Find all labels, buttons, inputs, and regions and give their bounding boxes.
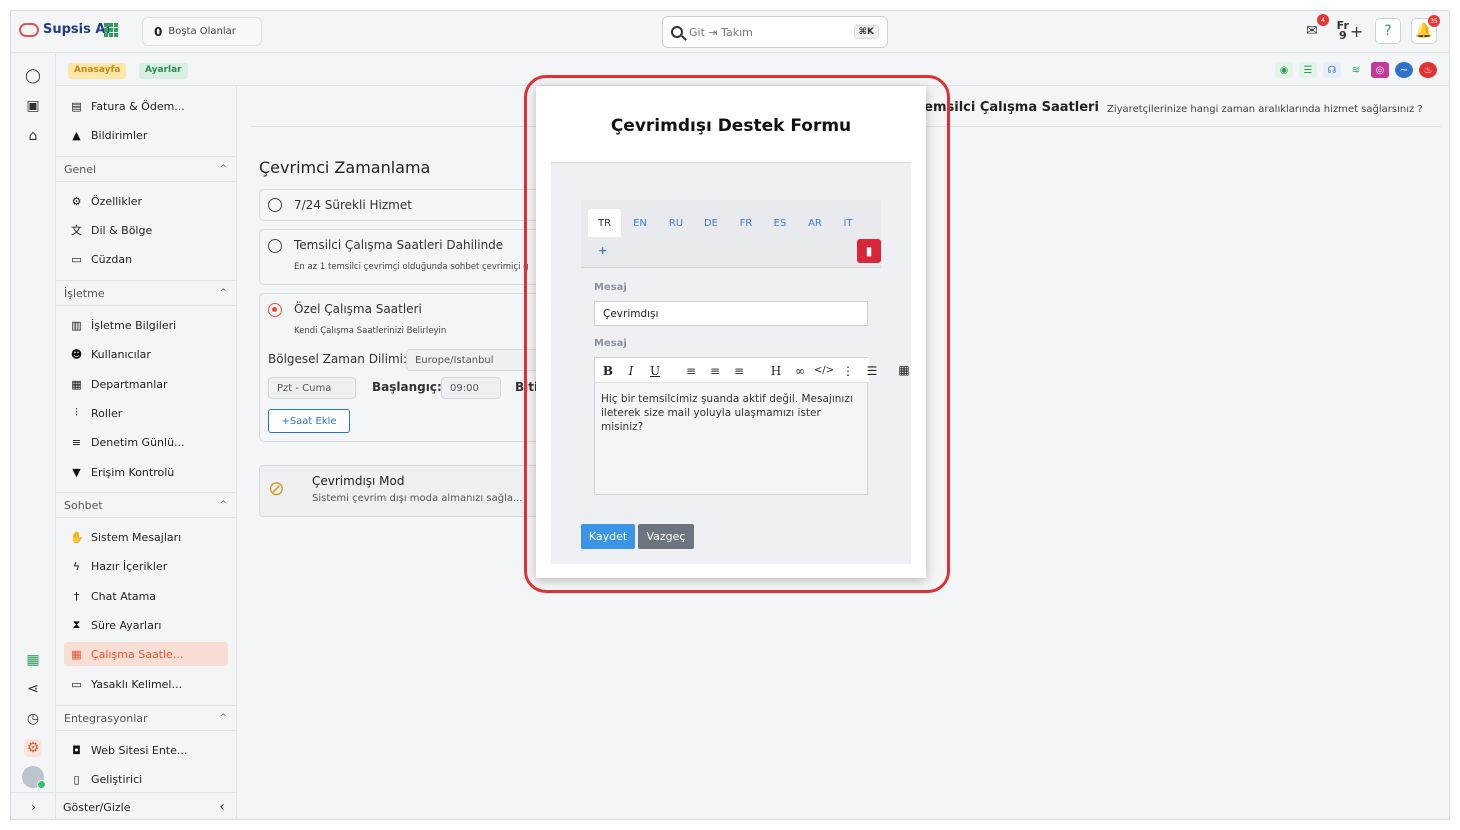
tab-de[interactable]: DE — [696, 209, 726, 237]
table-icon[interactable]: ▦ — [893, 357, 915, 382]
trash-icon: ▮ — [865, 244, 873, 258]
app-window: Supsis Ai 0 Boşta Olanlar ⌘K ✉ 4 Fr9+ ? — [10, 10, 1450, 820]
editor-content[interactable]: Hiç bir temsilcimiz şuanda aktif değil. … — [601, 392, 863, 434]
align-left-icon[interactable]: ≡ — [680, 358, 702, 383]
modal-body: TR EN RU DE FR ES AR IT + ▮ Mesaj Mesaj … — [551, 162, 911, 564]
save-button[interactable]: Kaydet — [581, 524, 635, 549]
message-body-label: Mesaj — [594, 338, 627, 349]
close-icon[interactable]: × — [908, 86, 930, 108]
ordered-list-icon[interactable]: ⋮ — [837, 358, 859, 383]
unordered-list-icon[interactable]: ☰ — [861, 358, 883, 383]
tab-ru[interactable]: RU — [661, 209, 691, 237]
tab-tr[interactable]: TR — [588, 209, 621, 237]
underline-icon[interactable]: U — [644, 358, 666, 383]
add-language-button[interactable]: + — [598, 244, 607, 257]
code-icon[interactable]: </> — [813, 358, 835, 383]
tab-es[interactable]: ES — [765, 209, 795, 237]
tab-it[interactable]: IT — [833, 209, 863, 237]
heading-icon[interactable]: H — [765, 358, 787, 383]
bold-icon[interactable]: B — [597, 358, 619, 383]
tab-en[interactable]: EN — [625, 209, 655, 237]
message-input[interactable] — [594, 301, 868, 326]
language-tabs: TR EN RU DE FR ES AR IT + ▮ — [581, 200, 881, 268]
link-icon[interactable]: ∞ — [789, 358, 811, 383]
italic-icon[interactable]: I — [620, 358, 642, 383]
tab-fr[interactable]: FR — [731, 209, 761, 237]
message-label: Mesaj — [594, 282, 627, 293]
tab-ar[interactable]: AR — [800, 209, 830, 237]
align-right-icon[interactable]: ≡ — [728, 358, 750, 383]
offline-form-modal: × Çevrimdışı Destek Formu TR EN RU DE FR… — [536, 86, 927, 578]
delete-language-button[interactable]: ▮ — [857, 239, 881, 263]
rich-text-editor[interactable]: B I U ≡ ≡ ≡ H ∞ </> ⋮ ☰ Hiç bir temsilci… — [594, 357, 877, 495]
modal-title: Çevrimdışı Destek Formu — [610, 116, 852, 136]
editor-toolbar: B I U ≡ ≡ ≡ H ∞ </> ⋮ ☰ — [595, 358, 877, 383]
align-center-icon[interactable]: ≡ — [704, 358, 726, 383]
cancel-button[interactable]: Vazgeç — [638, 524, 694, 549]
